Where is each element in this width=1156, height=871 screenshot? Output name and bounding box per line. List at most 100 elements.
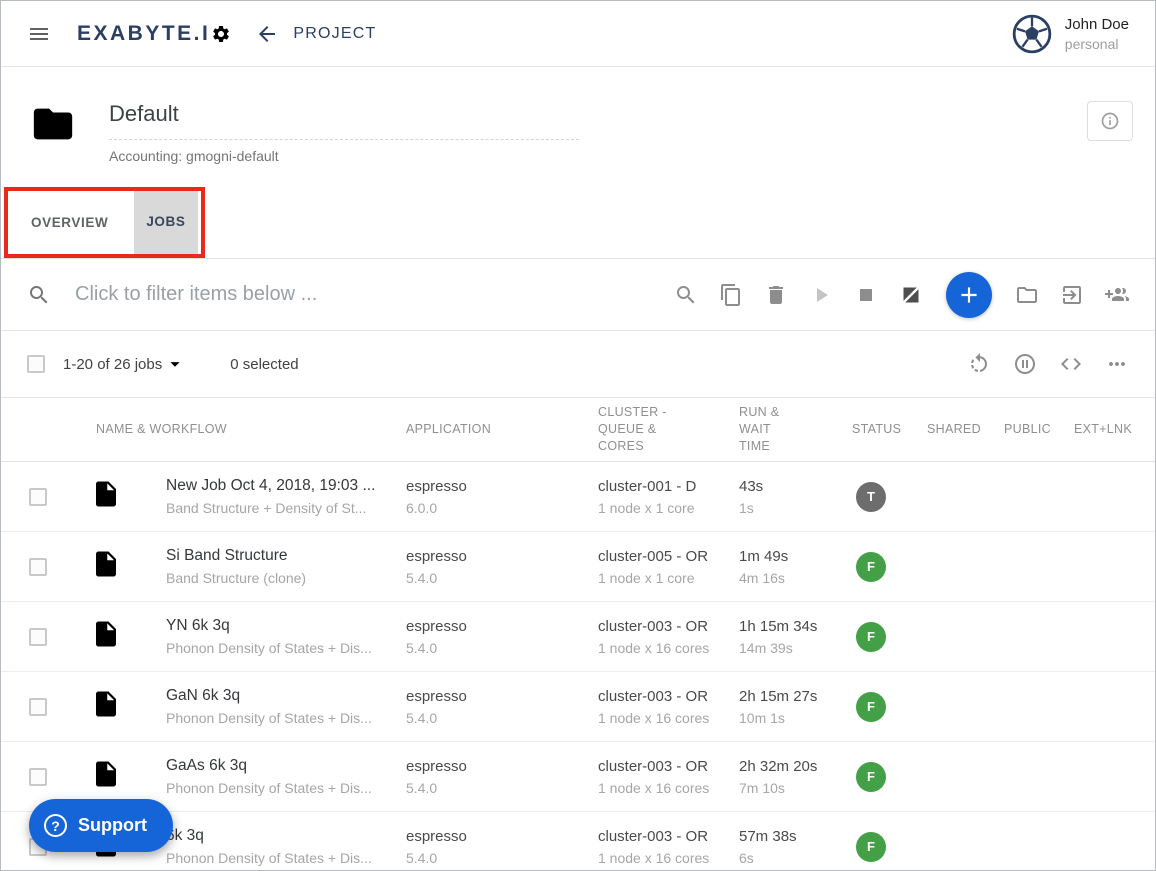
project-header: Default Accounting: gmogni-default — [1, 67, 1155, 187]
more-options-icon[interactable] — [1105, 352, 1129, 376]
job-workflow: Band Structure + Density of St... — [166, 500, 406, 516]
search-icon — [27, 283, 51, 307]
filter-toolbar — [1, 259, 1155, 331]
exabyte-logo[interactable]: EXABYTE.I — [77, 22, 231, 46]
table-row: Si Band StructureBand Structure (clone) … — [1, 532, 1155, 602]
file-icon — [91, 759, 121, 789]
run-time: 1m 49s — [739, 548, 852, 565]
avatar[interactable] — [1011, 13, 1053, 55]
reset-icon[interactable] — [967, 352, 991, 376]
project-folder-icon — [27, 101, 79, 147]
delete-icon[interactable] — [764, 283, 788, 307]
tab-overview[interactable]: OVERVIEW — [19, 187, 120, 258]
row-checkbox[interactable] — [29, 558, 47, 576]
chevron-down-icon — [164, 353, 186, 375]
move-to-set-icon[interactable] — [1015, 283, 1039, 307]
wait-time: 10m 1s — [739, 710, 852, 726]
application-name: espresso — [406, 548, 598, 565]
status-badge: F — [856, 762, 886, 792]
search-action-icon[interactable] — [674, 283, 698, 307]
tab-jobs[interactable]: JOBS — [134, 187, 197, 258]
job-name[interactable]: 6k 3q — [166, 827, 406, 845]
support-label: Support — [78, 815, 147, 836]
column-header-cluster: CLUSTER - QUEUE & CORES — [598, 404, 739, 455]
selected-count: 0 selected — [230, 356, 298, 373]
application-version: 5.4.0 — [406, 780, 598, 796]
info-button[interactable] — [1087, 101, 1133, 141]
job-name[interactable]: YN 6k 3q — [166, 617, 406, 635]
select-all-checkbox[interactable] — [27, 355, 45, 373]
cluster-queue: cluster-005 - OR — [598, 548, 739, 565]
run-time: 43s — [739, 478, 852, 495]
column-header-name-workflow: NAME & WORKFLOW — [96, 421, 406, 438]
logo-gear-icon — [211, 24, 231, 44]
wait-time: 1s — [739, 500, 852, 516]
help-icon: ? — [44, 814, 67, 837]
share-icon[interactable] — [1105, 283, 1129, 307]
cluster-queue: cluster-001 - D — [598, 478, 739, 495]
project-title[interactable]: Default — [109, 101, 579, 140]
cluster-cores: 1 node x 1 core — [598, 500, 739, 516]
cluster-cores: 1 node x 16 cores — [598, 780, 739, 796]
application-version: 5.4.0 — [406, 570, 598, 586]
application-name: espresso — [406, 758, 598, 775]
cluster-queue: cluster-003 - OR — [598, 758, 739, 775]
code-icon[interactable] — [1059, 352, 1083, 376]
cluster-cores: 1 node x 16 cores — [598, 640, 739, 656]
job-workflow: Band Structure (clone) — [166, 570, 406, 586]
cluster-cores: 1 node x 16 cores — [598, 710, 739, 726]
run-icon[interactable] — [809, 283, 833, 307]
job-name[interactable]: GaAs 6k 3q — [166, 757, 406, 775]
run-time: 2h 32m 20s — [739, 758, 852, 775]
cluster-queue: cluster-003 - OR — [598, 618, 739, 635]
status-badge: F — [856, 622, 886, 652]
table-row: GaN 6k 3q Phonon Density of States + Dis.… — [1, 672, 1155, 742]
project-accounting: Accounting: gmogni-default — [109, 148, 1087, 164]
table-row: YN 6k 3qPhonon Density of States + Dis..… — [1, 602, 1155, 672]
column-header-run-wait: RUN & WAIT TIME — [739, 404, 852, 455]
status-badge: F — [856, 552, 886, 582]
cluster-queue: cluster-003 - OR — [598, 688, 739, 705]
pagination-dropdown[interactable]: 1-20 of 26 jobs — [63, 353, 186, 375]
create-job-button[interactable] — [946, 272, 992, 318]
stop-icon[interactable] — [854, 283, 878, 307]
row-checkbox[interactable] — [29, 488, 47, 506]
table-row: 6k 3qPhonon Density of States + Dis... e… — [1, 812, 1155, 871]
support-button[interactable]: ? Support — [29, 799, 173, 852]
tab-bar: OVERVIEW JOBS — [1, 187, 1155, 259]
run-time: 57m 38s — [739, 828, 852, 845]
plus-icon — [956, 282, 982, 308]
breadcrumb: PROJECT — [293, 25, 376, 43]
import-icon[interactable] — [1060, 283, 1084, 307]
pause-icon[interactable] — [1013, 352, 1037, 376]
table-header: NAME & WORKFLOW APPLICATION CLUSTER - QU… — [1, 398, 1155, 462]
user-menu[interactable]: John Doe personal — [1011, 13, 1129, 55]
file-icon — [91, 549, 121, 579]
column-header-public: PUBLIC — [1004, 421, 1074, 438]
job-name[interactable]: Si Band Structure — [166, 547, 406, 565]
back-arrow-icon[interactable] — [255, 22, 279, 46]
application-version: 5.4.0 — [406, 850, 598, 866]
duplicate-icon[interactable] — [719, 283, 743, 307]
row-checkbox[interactable] — [29, 698, 47, 716]
job-name[interactable]: New Job Oct 4, 2018, 19:03 ... — [166, 477, 406, 495]
wait-time: 4m 16s — [739, 570, 852, 586]
row-checkbox[interactable] — [29, 768, 47, 786]
stop-ignore-icon[interactable] — [899, 283, 923, 307]
job-name[interactable]: GaN 6k 3q — [166, 687, 406, 705]
application-name: espresso — [406, 828, 598, 845]
cluster-cores: 1 node x 16 cores — [598, 850, 739, 866]
column-header-extlnk: EXT+LNK — [1074, 421, 1155, 438]
application-name: espresso — [406, 478, 598, 495]
cluster-cores: 1 node x 1 core — [598, 570, 739, 586]
row-checkbox[interactable] — [29, 628, 47, 646]
info-icon — [1100, 111, 1120, 131]
table-row: New Job Oct 4, 2018, 19:03 ... Band Struc… — [1, 462, 1155, 532]
wait-time: 6s — [739, 850, 852, 866]
pagination-label: 1-20 of 26 jobs — [63, 356, 162, 373]
wait-time: 7m 10s — [739, 780, 852, 796]
application-name: espresso — [406, 688, 598, 705]
filter-input[interactable] — [73, 282, 493, 307]
menu-icon[interactable] — [27, 22, 51, 46]
job-workflow: Phonon Density of States + Dis... — [166, 710, 406, 726]
